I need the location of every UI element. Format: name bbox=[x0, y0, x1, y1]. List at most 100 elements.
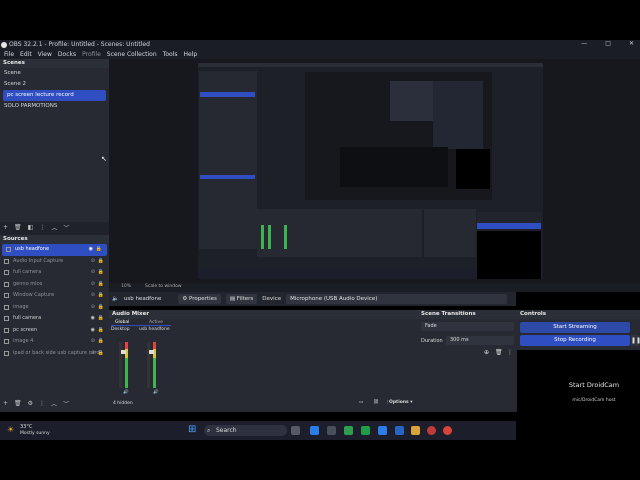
eye-hidden-icon[interactable]: ⊘ bbox=[91, 336, 95, 348]
properties-button[interactable]: ⚙ Properties bbox=[178, 294, 221, 304]
minimize-button[interactable]: — bbox=[581, 40, 587, 47]
source-settings-icon[interactable]: ⚙ bbox=[28, 400, 33, 407]
source-item[interactable]: full camera ◉ 🔒 bbox=[0, 313, 109, 325]
add-source-icon[interactable]: + bbox=[3, 400, 8, 407]
source-item[interactable]: pc screen ◉ 🔒 bbox=[0, 325, 109, 337]
menu-file[interactable]: File bbox=[4, 50, 14, 59]
remove-transition-icon[interactable]: 🗑 bbox=[495, 349, 503, 356]
droidcam-title: Start DroidCam bbox=[568, 381, 620, 389]
chrome-icon[interactable] bbox=[344, 426, 353, 435]
taskbar-app-icon[interactable] bbox=[443, 426, 452, 435]
eye-icon[interactable]: ◉ bbox=[89, 244, 93, 256]
start-streaming-button[interactable]: Start Streaming bbox=[520, 322, 630, 333]
taskbar-app-icon[interactable] bbox=[378, 426, 387, 435]
source-item[interactable]: image ⊘ 🔒 bbox=[0, 302, 109, 314]
zoom-level[interactable]: 10% bbox=[121, 284, 131, 289]
close-button[interactable]: ✕ bbox=[629, 40, 634, 47]
usb-meter-bg bbox=[147, 342, 150, 388]
eye-hidden-icon[interactable]: ⊘ bbox=[91, 290, 95, 302]
eye-hidden-icon[interactable]: ⊘ bbox=[91, 302, 95, 314]
lock-icon[interactable]: 🔒 bbox=[98, 256, 104, 268]
remove-scene-icon[interactable]: 🗑 bbox=[14, 224, 22, 231]
eye-icon[interactable]: ◉ bbox=[91, 325, 95, 337]
duration-input[interactable]: 300 ms bbox=[446, 336, 514, 345]
obs-taskbar-icon[interactable] bbox=[427, 426, 436, 435]
desktop-fader-handle[interactable] bbox=[121, 350, 126, 354]
menu-view[interactable]: View bbox=[38, 50, 52, 59]
menu-bar: File Edit View Docks Profile Scene Colle… bbox=[0, 50, 640, 59]
lock-icon[interactable]: 🔒 bbox=[98, 325, 104, 337]
source-item-selected[interactable]: usb headfone ◉ 🔒 bbox=[2, 244, 107, 256]
usb-mute-icon[interactable]: 🔊 bbox=[153, 390, 159, 395]
menu-scene-collection[interactable]: Scene Collection bbox=[107, 50, 157, 59]
scene-more-icon[interactable]: ⋮ bbox=[39, 224, 45, 231]
source-item[interactable]: ipad or back side usb capture card ⊘ 🔒 bbox=[0, 348, 109, 360]
source-item[interactable]: genno mice ⊘ 🔒 bbox=[0, 279, 109, 291]
weather-desc[interactable]: Mostly sunny bbox=[20, 431, 50, 436]
scale-mode[interactable]: Scale to window bbox=[145, 284, 182, 289]
lock-icon[interactable]: 🔒 bbox=[98, 302, 104, 314]
lock-icon[interactable]: 🔒 bbox=[98, 267, 104, 279]
file-explorer-icon[interactable] bbox=[411, 426, 420, 435]
mixer-options-button[interactable]: Options ▾ bbox=[389, 400, 413, 405]
lock-icon[interactable]: 🔒 bbox=[96, 244, 102, 256]
menu-docks[interactable]: Docks bbox=[58, 50, 76, 59]
eye-hidden-icon[interactable]: ⊘ bbox=[91, 279, 95, 291]
source-item[interactable]: Window Capture ⊘ 🔒 bbox=[0, 290, 109, 302]
device-select[interactable]: Microphone (USB Audio Device) bbox=[286, 294, 508, 304]
lock-icon[interactable]: 🔒 bbox=[98, 336, 104, 348]
desktop-mute-icon[interactable]: 🔊 bbox=[123, 390, 129, 395]
search-icon: ⌕ bbox=[207, 427, 211, 434]
transition-type-select[interactable]: Fade bbox=[421, 322, 514, 331]
menu-tools[interactable]: Tools bbox=[163, 50, 178, 59]
source-item[interactable]: Audio Input Capture ⊘ 🔒 bbox=[0, 256, 109, 268]
stop-recording-button[interactable]: Stop Recording bbox=[520, 335, 630, 346]
eye-hidden-icon[interactable]: ⊘ bbox=[91, 348, 95, 360]
move-down-icon[interactable]: ﹀ bbox=[63, 223, 69, 232]
mixer-link-icon[interactable]: ⛓ bbox=[373, 400, 379, 405]
move-up-icon[interactable]: ︿ bbox=[51, 223, 57, 232]
usb-fader-handle[interactable] bbox=[149, 350, 154, 354]
filter-icon[interactable]: ◧ bbox=[28, 224, 34, 231]
lock-icon[interactable]: 🔒 bbox=[98, 279, 104, 291]
move-up-icon[interactable]: ︿ bbox=[51, 399, 57, 408]
filters-button[interactable]: ▤ Filters bbox=[225, 294, 258, 304]
sources-header: Sources bbox=[0, 235, 109, 244]
task-view-icon[interactable] bbox=[291, 426, 300, 435]
add-transition-icon[interactable]: ⊕ bbox=[484, 349, 489, 356]
scenes-header: Scenes bbox=[0, 59, 109, 68]
taskbar-app-icon[interactable] bbox=[327, 426, 336, 435]
menu-profile[interactable]: Profile bbox=[82, 50, 101, 59]
weather-temp[interactable]: 33°C bbox=[20, 424, 32, 430]
lock-icon[interactable]: 🔒 bbox=[98, 290, 104, 302]
eye-hidden-icon[interactable]: ⊘ bbox=[91, 267, 95, 279]
excel-icon[interactable] bbox=[361, 426, 370, 435]
scene-item-selected[interactable]: pc screen lecture record bbox=[3, 90, 106, 101]
transition-more-icon[interactable]: ⋮ bbox=[507, 349, 513, 356]
taskbar-app-icon[interactable] bbox=[310, 426, 319, 435]
source-item[interactable]: full camera ⊘ 🔒 bbox=[0, 267, 109, 279]
taskbar-search[interactable]: ⌕ Search bbox=[204, 425, 287, 436]
scene-item[interactable]: Scene bbox=[0, 68, 109, 79]
word-icon[interactable] bbox=[395, 426, 404, 435]
mixer-layout-icon[interactable]: ▭ bbox=[359, 400, 363, 405]
remove-source-icon[interactable]: 🗑 bbox=[14, 400, 22, 407]
scene-item[interactable]: SOLO PARMOTIONS bbox=[0, 101, 109, 112]
lock-icon[interactable]: 🔒 bbox=[98, 348, 104, 360]
move-down-icon[interactable]: ﹀ bbox=[63, 399, 69, 408]
windows-start-icon[interactable]: ⊞ bbox=[188, 424, 196, 435]
menu-edit[interactable]: Edit bbox=[20, 50, 32, 59]
source-item[interactable]: image 4 ⊘ 🔒 bbox=[0, 336, 109, 348]
pause-recording-button[interactable]: ❚❚ bbox=[631, 335, 640, 346]
mixer-hidden-count: 4 hidden bbox=[113, 401, 133, 406]
eye-icon[interactable]: ◉ bbox=[91, 313, 95, 325]
lock-icon[interactable]: 🔒 bbox=[98, 313, 104, 325]
desktop-volume-meter bbox=[125, 342, 128, 388]
source-more-icon[interactable]: ⋮ bbox=[39, 400, 45, 407]
maximize-button[interactable]: □ bbox=[605, 40, 611, 47]
scene-item[interactable]: Scene 2 bbox=[0, 79, 109, 90]
audio-mixer-dock: Audio Mixer Global Active Desktop usb he… bbox=[109, 310, 418, 412]
add-scene-icon[interactable]: + bbox=[3, 224, 8, 231]
menu-help[interactable]: Help bbox=[183, 50, 197, 59]
eye-hidden-icon[interactable]: ⊘ bbox=[91, 256, 95, 268]
